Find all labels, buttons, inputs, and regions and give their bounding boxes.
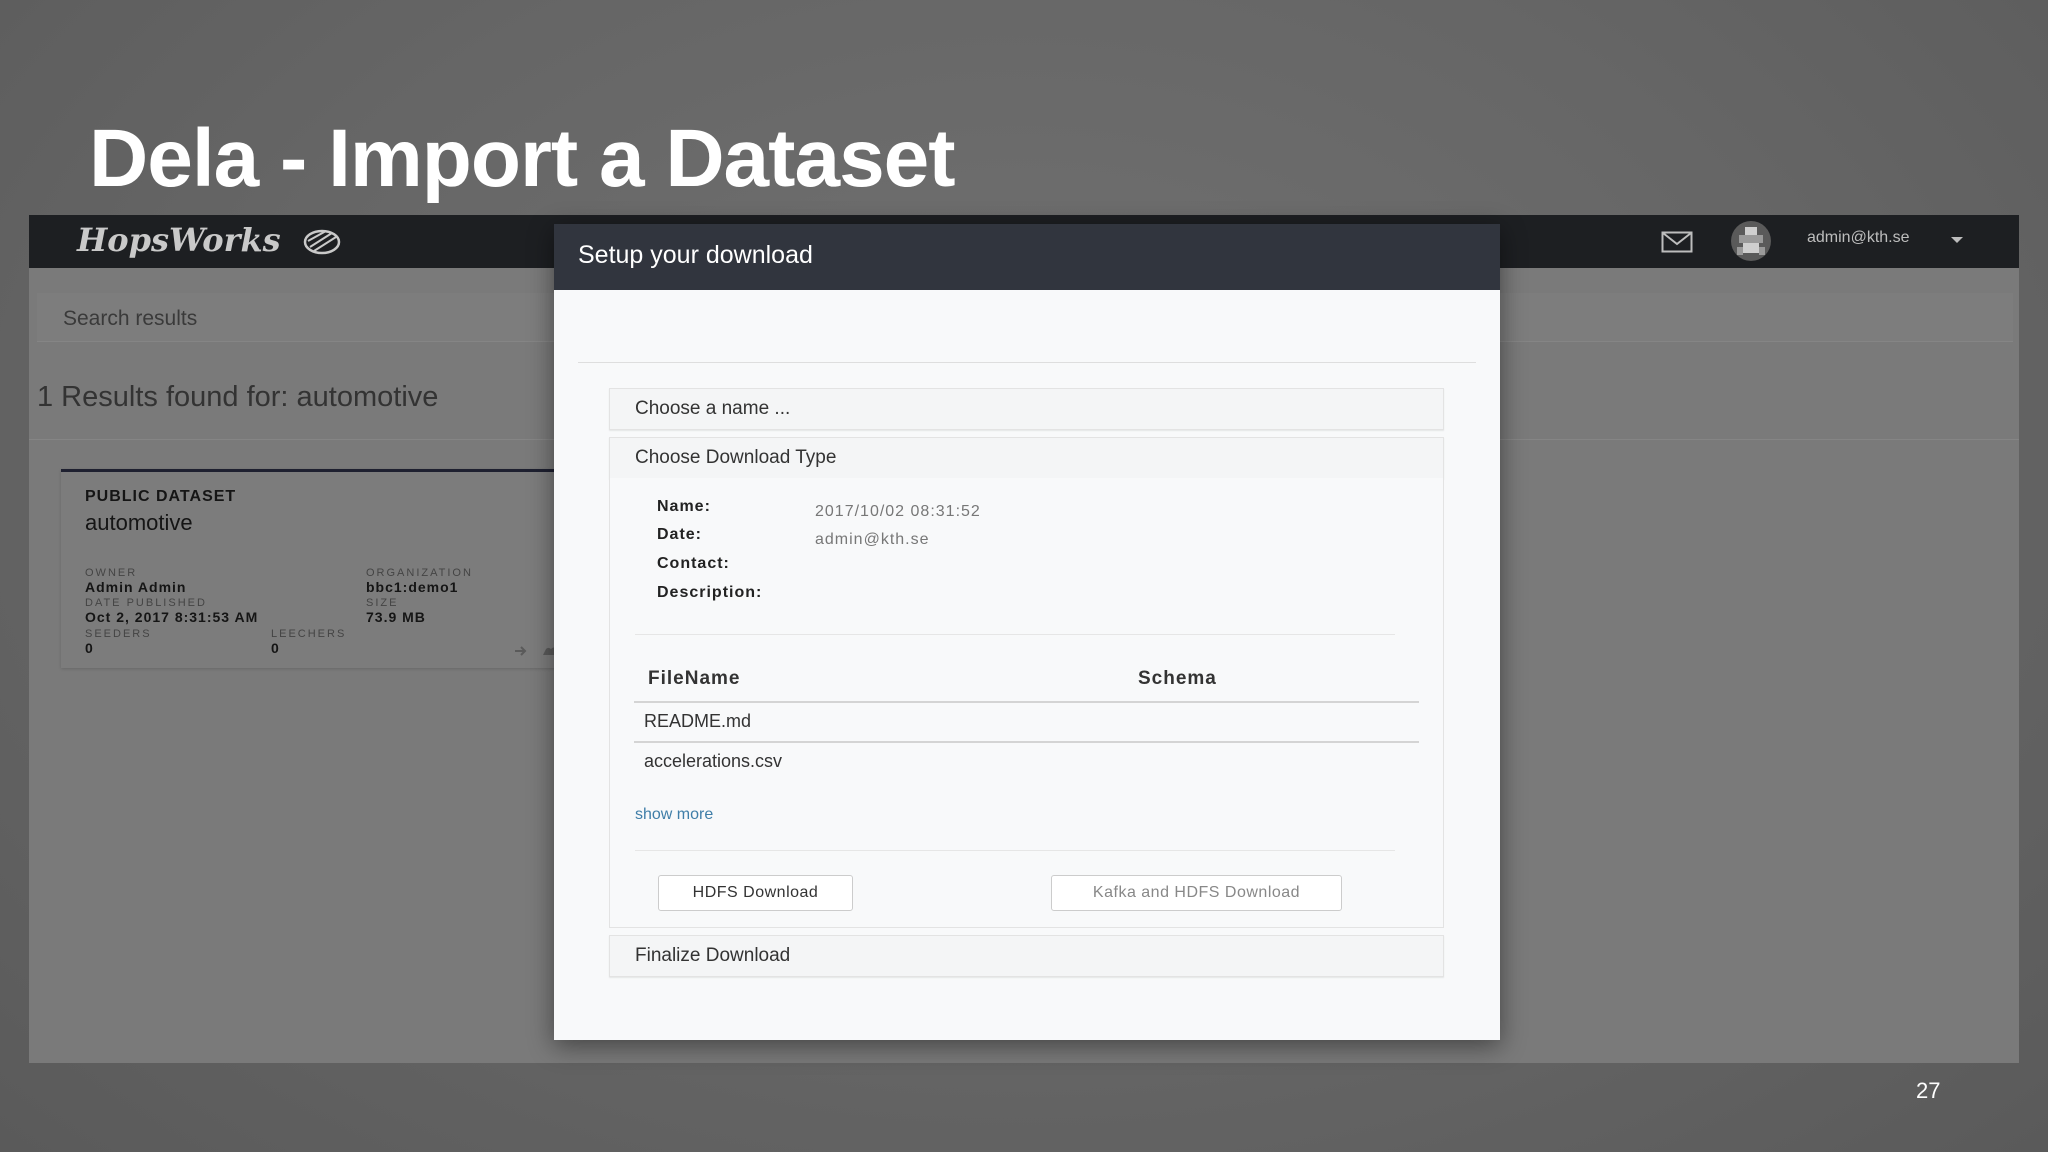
owner-label: OWNER <box>85 567 138 579</box>
search-results-label: Search results <box>63 307 198 330</box>
date-label: Date: <box>657 526 703 543</box>
brand-logo[interactable]: HopsWorks <box>77 221 281 259</box>
results-header: 1 Results found for: automotive <box>37 381 439 413</box>
description-label: Description: <box>657 584 763 601</box>
kafka-hdfs-download-button[interactable]: Kafka and HDFS Download <box>1051 875 1342 911</box>
hops-logo-icon <box>303 229 341 255</box>
divider <box>635 850 1395 851</box>
leechers-label: LEECHERS <box>271 628 347 640</box>
slide-title: Dela - Import a Dataset <box>89 113 956 204</box>
dataset-card[interactable]: PUBLIC DATASET automotive OWNER Admin Ad… <box>61 469 581 668</box>
avatar-icon <box>1737 227 1765 255</box>
name-label: Name: <box>657 498 711 515</box>
download-type-panel-body <box>609 478 1444 928</box>
caret-down-icon[interactable] <box>1951 237 1963 243</box>
leechers-value: 0 <box>271 640 280 656</box>
divider <box>635 634 1395 635</box>
panel-finalize-label: Finalize Download <box>635 945 791 966</box>
hdfs-download-button[interactable]: HDFS Download <box>658 875 853 911</box>
organization-label: ORGANIZATION <box>366 567 473 579</box>
page-number: 27 <box>1916 1078 1941 1103</box>
seeders-value: 0 <box>85 640 94 656</box>
organization-value: bbc1:demo1 <box>366 579 459 595</box>
panel-choose-name[interactable]: Choose a name ... <box>609 388 1444 430</box>
info-value-date: 2017/10/02 08:31:52 <box>815 503 981 520</box>
user-avatar[interactable] <box>1731 221 1771 261</box>
download-setup-modal: Setup your download Choose a name ... Ch… <box>554 224 1500 1040</box>
modal-separator <box>578 362 1476 363</box>
dataset-type: PUBLIC DATASET <box>85 488 237 505</box>
date-published-value: Oct 2, 2017 8:31:53 AM <box>85 609 259 625</box>
mail-icon[interactable] <box>1661 231 1693 253</box>
panel-finalize-download[interactable]: Finalize Download <box>609 935 1444 977</box>
table-row[interactable]: accelerations.csv <box>644 751 782 772</box>
info-value-contact: admin@kth.se <box>815 531 930 548</box>
column-header-filename: FileName <box>648 668 741 689</box>
user-email[interactable]: admin@kth.se <box>1807 229 1910 247</box>
panel-choose-name-label: Choose a name ... <box>635 398 791 419</box>
modal-header: Setup your download <box>554 224 1500 290</box>
size-value: 73.9 MB <box>366 609 426 625</box>
size-label: SIZE <box>366 597 399 609</box>
dataset-name[interactable]: automotive <box>85 510 193 536</box>
modal-title: Setup your download <box>578 241 813 269</box>
table-row[interactable]: README.md <box>644 711 751 732</box>
contact-label: Contact: <box>657 555 730 572</box>
date-published-label: DATE PUBLISHED <box>85 597 207 609</box>
show-more-link[interactable]: show more <box>635 806 713 824</box>
table-header-divider <box>634 701 1419 703</box>
owner-value: Admin Admin <box>85 579 187 595</box>
panel-choose-type-label: Choose Download Type <box>635 447 837 468</box>
column-header-schema: Schema <box>1138 668 1217 689</box>
panel-choose-download-type[interactable]: Choose Download Type <box>609 437 1444 479</box>
table-row-divider <box>634 741 1419 743</box>
seeders-label: SEEDERS <box>85 628 152 640</box>
